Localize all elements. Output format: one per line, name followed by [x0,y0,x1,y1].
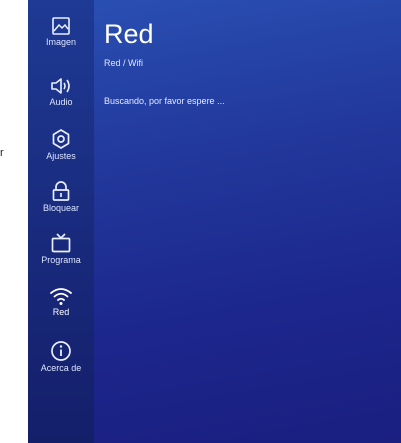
sidebar-item-bloquear[interactable]: Bloquear [28,180,94,213]
info-icon [51,341,71,361]
sidebar: Imagen Audio Ajustes Bloquear Programa R… [28,0,94,443]
sidebar-item-programa[interactable]: Programa [28,232,94,265]
sidebar-item-label: Audio [49,97,73,107]
speaker-icon [51,78,70,94]
sidebar-item-label: Acerca de [40,363,82,373]
gear-icon [52,129,70,149]
sidebar-item-audio[interactable]: Audio [28,76,94,107]
sidebar-item-label: Ajustes [46,151,76,161]
sidebar-item-imagen[interactable]: Imagen [28,16,94,47]
stray-text: r [0,147,4,159]
sidebar-item-ajustes[interactable]: Ajustes [28,128,94,161]
page-title: Red [104,19,154,49]
image-icon [52,17,70,35]
tv-settings-screen: Imagen Audio Ajustes Bloquear Programa R… [28,0,401,443]
sidebar-item-label: Imagen [45,37,77,47]
sidebar-item-label: Bloquear [42,203,80,213]
lock-icon [52,181,70,201]
breadcrumb: Red / Wifi [104,58,144,68]
sidebar-item-label: Red [52,307,70,317]
status-message: Buscando, por favor espere ... [104,96,225,106]
wifi-icon [50,288,72,305]
sidebar-item-acerca-de[interactable]: Acerca de [28,340,94,373]
sidebar-item-label: Programa [41,255,81,265]
tv-icon [51,233,71,253]
sidebar-item-red[interactable]: Red [28,286,94,317]
